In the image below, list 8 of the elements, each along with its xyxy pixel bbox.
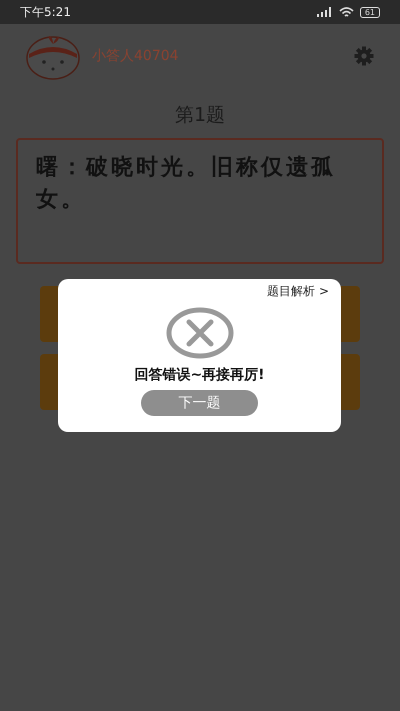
username: 小答人40704 — [92, 47, 180, 65]
status-time: 下午5:21 — [20, 4, 71, 20]
battery-level: 61 — [360, 6, 380, 18]
wifi-icon — [338, 6, 354, 18]
settings-icon[interactable] — [354, 46, 374, 66]
analysis-link[interactable]: 题目解析 > — [267, 283, 329, 300]
signal-icon — [316, 7, 333, 17]
result-message: 回答错误~再接再厉! — [134, 366, 265, 384]
